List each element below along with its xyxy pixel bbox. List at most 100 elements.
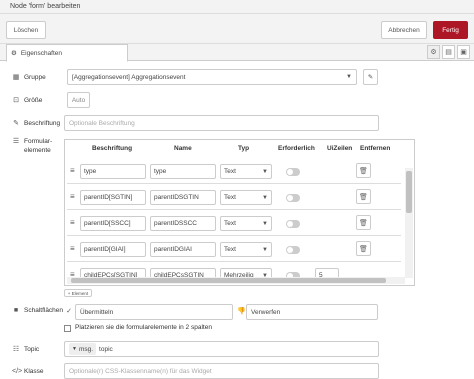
msg-prefix-text: msg. bbox=[78, 345, 94, 353]
column-header-label: Beschriftung bbox=[92, 145, 133, 152]
window-titlebar: Node 'form' bearbeiten bbox=[0, 0, 474, 14]
group-label: Gruppe bbox=[24, 73, 46, 81]
table-row: ≡ parentID[SSCC] parentIDSSCC Text ▼ 🗑 bbox=[67, 212, 401, 236]
cancel-icon-wrap: 👎 bbox=[237, 307, 246, 315]
submit-icon-wrap: ✓ bbox=[65, 307, 73, 315]
row-label-input[interactable]: parentID[GIAI] bbox=[80, 242, 146, 257]
tab-properties-label: Eigenschaften bbox=[20, 49, 63, 57]
topic-input[interactable]: ▼ msg. topic bbox=[64, 341, 379, 357]
two-column-checkbox[interactable] bbox=[64, 325, 71, 332]
row-type-value: Text bbox=[224, 246, 236, 253]
bars-icon[interactable]: ≡ bbox=[70, 244, 75, 253]
row-name-input[interactable]: parentIDSGTIN bbox=[150, 190, 216, 205]
row-required-toggle[interactable] bbox=[286, 168, 300, 176]
bars-icon[interactable]: ≡ bbox=[70, 218, 75, 227]
msg-prefix[interactable]: ▼ msg. bbox=[69, 343, 97, 355]
elements-label-line1: Formular- bbox=[24, 138, 53, 145]
size-label-row: ⊡ Größe bbox=[12, 96, 43, 105]
chevron-down-icon: ▼ bbox=[262, 246, 268, 253]
gear-icon: ⚙ bbox=[11, 50, 17, 57]
scrollbar-thumb[interactable] bbox=[406, 171, 412, 213]
row-label-input[interactable]: parentID[SSCC] bbox=[80, 216, 146, 231]
caption-input[interactable]: Optionale Beschriftung bbox=[64, 115, 379, 131]
table-icon: ▦ bbox=[12, 74, 20, 81]
buttons-label-row: ■ Schaltflächen bbox=[12, 307, 63, 314]
code-icon: </> bbox=[12, 368, 23, 375]
row-type-select[interactable]: Text ▼ bbox=[220, 216, 272, 231]
row-name-input[interactable]: parentIDSSCC bbox=[150, 216, 216, 231]
trash-icon: 🗑 bbox=[359, 245, 368, 253]
group-select[interactable]: [Aggregationsevent] Aggregationsevent ▼ bbox=[67, 69, 357, 85]
cancel-button[interactable]: Abbrechen bbox=[381, 21, 427, 39]
row-name-input[interactable]: type bbox=[150, 164, 216, 179]
gear-icon: ⚙ bbox=[430, 49, 437, 56]
row-type-value: Text bbox=[224, 220, 236, 227]
list-icon: ☰ bbox=[12, 138, 20, 145]
submit-button-text-input[interactable]: Übermitteln bbox=[75, 304, 233, 320]
row-required-toggle[interactable] bbox=[286, 220, 300, 228]
table-row: ≡ parentID[SGTIN] parentIDSGTIN Text ▼ 🗑 bbox=[67, 186, 401, 210]
row-label-input[interactable]: parentID[SGTIN] bbox=[80, 190, 146, 205]
caption-placeholder: Optionale Beschriftung bbox=[69, 119, 135, 127]
row-remove-button[interactable]: 🗑 bbox=[356, 241, 371, 256]
row-type-select[interactable]: Text ▼ bbox=[220, 242, 272, 257]
cancel-button-text: Verwerfen bbox=[251, 308, 281, 316]
row-type-value: Text bbox=[224, 168, 236, 175]
chevron-down-icon: ▼ bbox=[346, 74, 352, 80]
column-header-required: Erforderlich bbox=[278, 145, 315, 152]
size-button[interactable]: Auto bbox=[67, 92, 90, 108]
size-label: Größe bbox=[24, 96, 43, 104]
cancel-button-text-input[interactable]: Verwerfen bbox=[246, 304, 378, 320]
tab-settings[interactable]: ⚙ bbox=[427, 45, 440, 59]
scrollbar-thumb[interactable] bbox=[71, 278, 386, 283]
elements-label-row: ☰ Formular- elemente bbox=[12, 137, 52, 155]
add-element-button[interactable]: + Element bbox=[64, 289, 92, 297]
window-icon: ▣ bbox=[460, 49, 467, 56]
class-input[interactable]: Optionale(r) CSS-Klassenname(n) für das … bbox=[64, 363, 379, 379]
chevron-down-icon: ▼ bbox=[262, 220, 268, 227]
square-icon: ■ bbox=[13, 307, 19, 314]
row-required-toggle[interactable] bbox=[286, 246, 300, 254]
edit-group-button[interactable]: ✎ bbox=[363, 69, 378, 85]
tab-bar: ⚙ Eigenschaften ⚙ ▤ ▣ bbox=[0, 44, 474, 62]
class-placeholder: Optionale(r) CSS-Klassenname(n) für das … bbox=[69, 367, 212, 375]
chevron-down-icon: ▼ bbox=[72, 346, 77, 352]
row-remove-button[interactable]: 🗑 bbox=[356, 189, 371, 204]
row-remove-button[interactable]: 🗑 bbox=[356, 215, 371, 230]
column-header-remove: Entfernen bbox=[360, 145, 391, 152]
editor-toolbar: Löschen Abbrechen Fertig bbox=[0, 14, 474, 44]
vertical-scrollbar[interactable] bbox=[405, 168, 413, 278]
thumbs-down-icon: 👎 bbox=[237, 308, 246, 315]
row-label-input[interactable]: type bbox=[80, 164, 146, 179]
bars-icon[interactable]: ≡ bbox=[70, 192, 75, 201]
table-row: ≡ parentID[GIAI] parentIDGIAI Text ▼ 🗑 bbox=[67, 238, 401, 262]
caption-label: Beschriftung bbox=[24, 119, 61, 127]
tab-appearance[interactable]: ▣ bbox=[457, 45, 470, 59]
window-title: Node 'form' bearbeiten bbox=[10, 3, 81, 10]
resize-icon: ⊡ bbox=[13, 97, 19, 104]
row-name-input[interactable]: parentIDGIAI bbox=[150, 242, 216, 257]
tab-properties[interactable]: ⚙ Eigenschaften bbox=[6, 44, 128, 62]
group-select-value: [Aggregationsevent] Aggregationsevent bbox=[72, 73, 186, 81]
row-type-value: Text bbox=[224, 194, 236, 201]
delete-button[interactable]: Löschen bbox=[6, 21, 46, 39]
caption-label-row: ✎ Beschriftung bbox=[12, 119, 61, 128]
chevron-down-icon: ▼ bbox=[262, 168, 268, 175]
row-type-select[interactable]: Text ▼ bbox=[220, 164, 272, 179]
bars-icon[interactable]: ≡ bbox=[70, 166, 75, 175]
horizontal-scrollbar[interactable] bbox=[67, 277, 405, 284]
chevron-down-icon: ▼ bbox=[262, 194, 268, 201]
pencil-icon: ✎ bbox=[13, 120, 19, 127]
tab-description[interactable]: ▤ bbox=[442, 45, 455, 59]
row-required-toggle[interactable] bbox=[286, 194, 300, 202]
table-row: ≡ type type Text ▼ 🗑 bbox=[67, 160, 401, 184]
row-type-select[interactable]: Text ▼ bbox=[220, 190, 272, 205]
check-icon: ✓ bbox=[66, 308, 72, 315]
done-button[interactable]: Fertig bbox=[433, 21, 468, 39]
column-header-type: Typ bbox=[238, 145, 250, 152]
document-icon: ▤ bbox=[445, 49, 452, 56]
row-remove-button[interactable]: 🗑 bbox=[356, 163, 371, 178]
class-label-row: </> Klasse bbox=[12, 368, 44, 375]
group-label-row: ▦ Gruppe bbox=[12, 73, 46, 82]
column-header-rows: UiZeilen bbox=[327, 145, 353, 152]
